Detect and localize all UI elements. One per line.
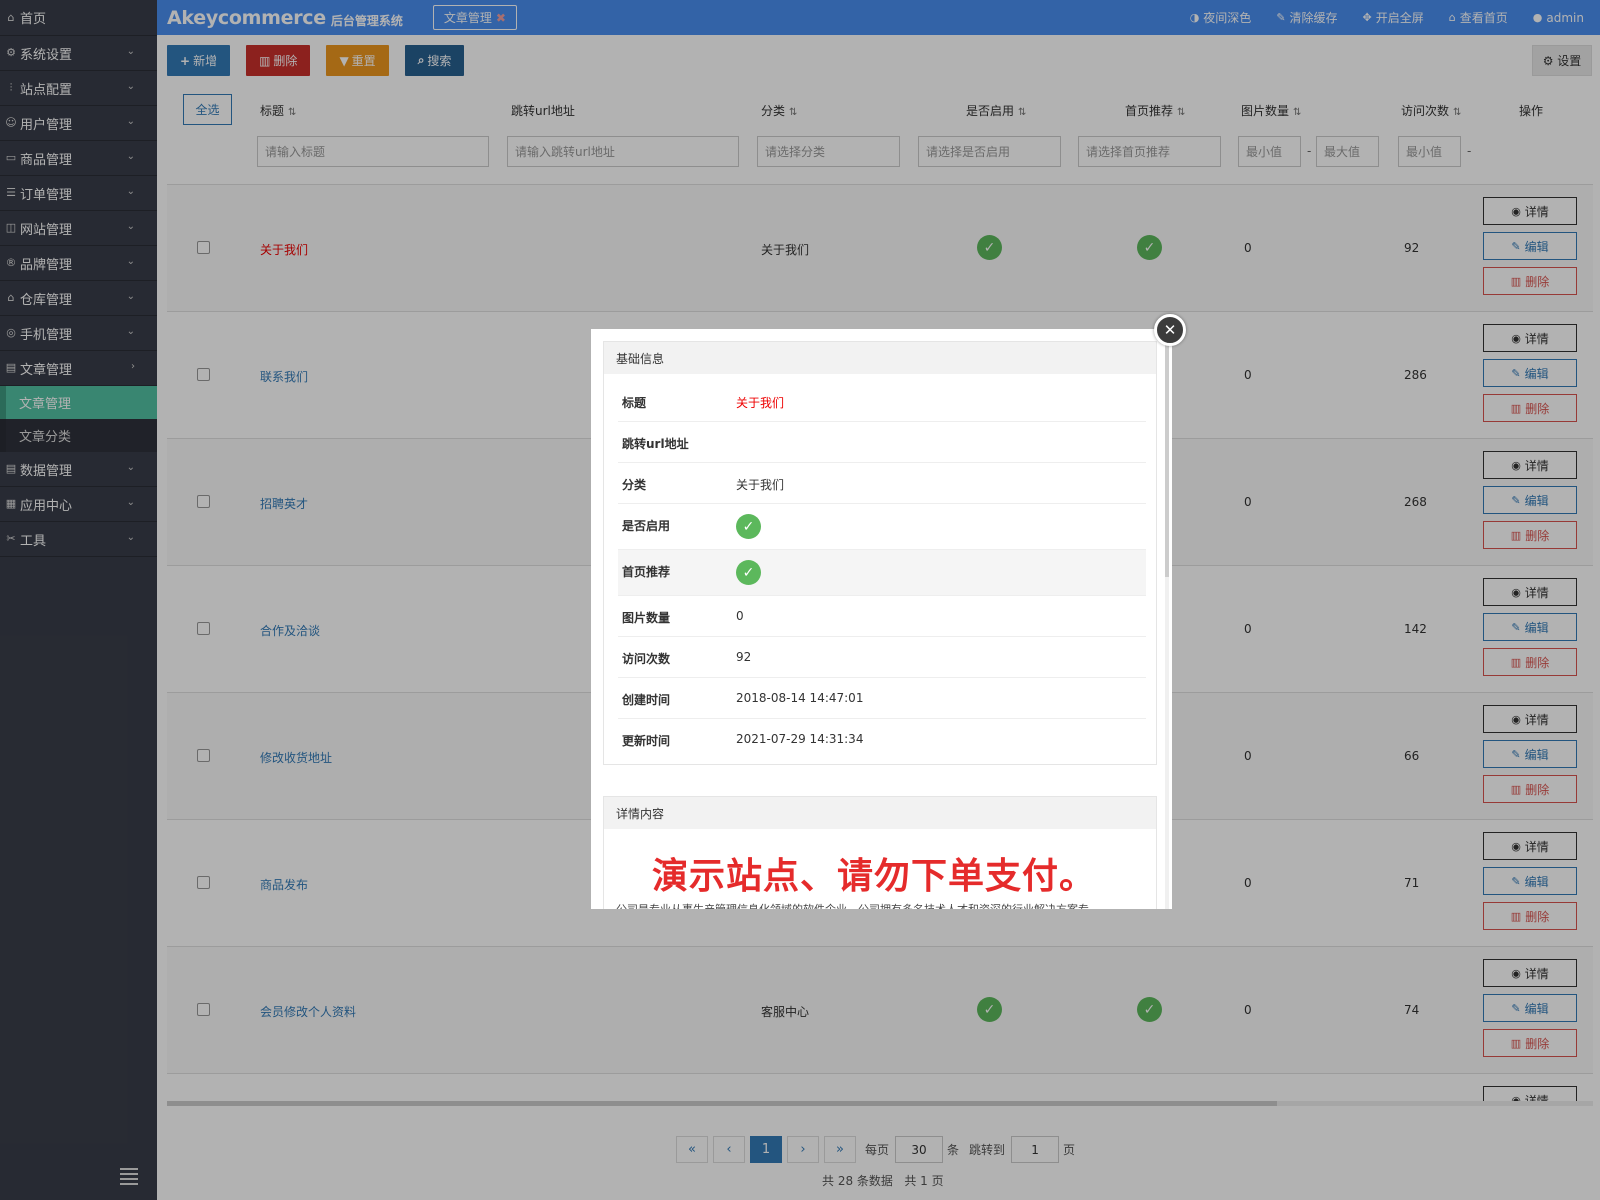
detail-row-url: 跳转url地址 [618, 422, 1146, 463]
content-intro: 公司是专业从事生产管理信息化领域的软件企业，公司拥有多名技术人才和资深的行业解决… [616, 901, 1136, 909]
close-icon: ✕ [1163, 321, 1177, 339]
detail-row-title: 标题 关于我们 [618, 381, 1146, 422]
scrollbar-thumb[interactable] [1165, 337, 1169, 577]
check-icon: ✓ [736, 560, 761, 585]
field-label: 分类 [622, 478, 647, 492]
field-label: 访问次数 [622, 652, 671, 666]
modal-scrollbar[interactable] [1165, 329, 1169, 909]
detail-row-category: 分类 关于我们 [618, 463, 1146, 504]
field-label: 创建时间 [622, 693, 671, 707]
field-value: 0 [736, 609, 744, 623]
field-label: 是否启用 [622, 519, 671, 533]
field-label: 图片数量 [622, 611, 671, 625]
basic-info-panel: 基础信息 标题 关于我们 跳转url地址 分类 关于我们 是否启用 ✓ 首页推荐… [603, 341, 1157, 765]
check-icon: ✓ [736, 514, 761, 539]
detail-modal: 基础信息 标题 关于我们 跳转url地址 分类 关于我们 是否启用 ✓ 首页推荐… [591, 329, 1172, 909]
field-label: 首页推荐 [622, 565, 671, 579]
field-label: 跳转url地址 [622, 437, 689, 451]
field-value: 92 [736, 650, 752, 664]
field-value: 关于我们 [736, 396, 785, 410]
detail-row-images: 图片数量 0 [618, 596, 1146, 637]
field-value: 2021-07-29 14:31:34 [736, 732, 864, 746]
detail-row-created: 创建时间 2018-08-14 14:47:01 [618, 678, 1146, 719]
detail-row-visits: 访问次数 92 [618, 637, 1146, 678]
field-label: 标题 [622, 396, 647, 410]
field-value: 关于我们 [736, 478, 785, 492]
detail-row-enabled: 是否启用 ✓ [618, 504, 1146, 550]
field-value: 2018-08-14 14:47:01 [736, 691, 864, 705]
panel-title: 基础信息 [604, 342, 1156, 374]
content-panel: 详情内容 演示站点、请勿下单支付。 公司是专业从事生产管理信息化领域的软件企业，… [603, 796, 1157, 909]
field-label: 更新时间 [622, 734, 671, 748]
demo-notice: 演示站点、请勿下单支付。 [651, 856, 1096, 897]
modal-close-button[interactable]: ✕ [1154, 314, 1186, 346]
panel-title: 详情内容 [604, 797, 1156, 829]
detail-row-home-rec: 首页推荐 ✓ [618, 550, 1146, 596]
detail-row-updated: 更新时间 2021-07-29 14:31:34 [618, 719, 1146, 760]
detail-list: 标题 关于我们 跳转url地址 分类 关于我们 是否启用 ✓ 首页推荐 ✓ 图片… [618, 381, 1146, 760]
